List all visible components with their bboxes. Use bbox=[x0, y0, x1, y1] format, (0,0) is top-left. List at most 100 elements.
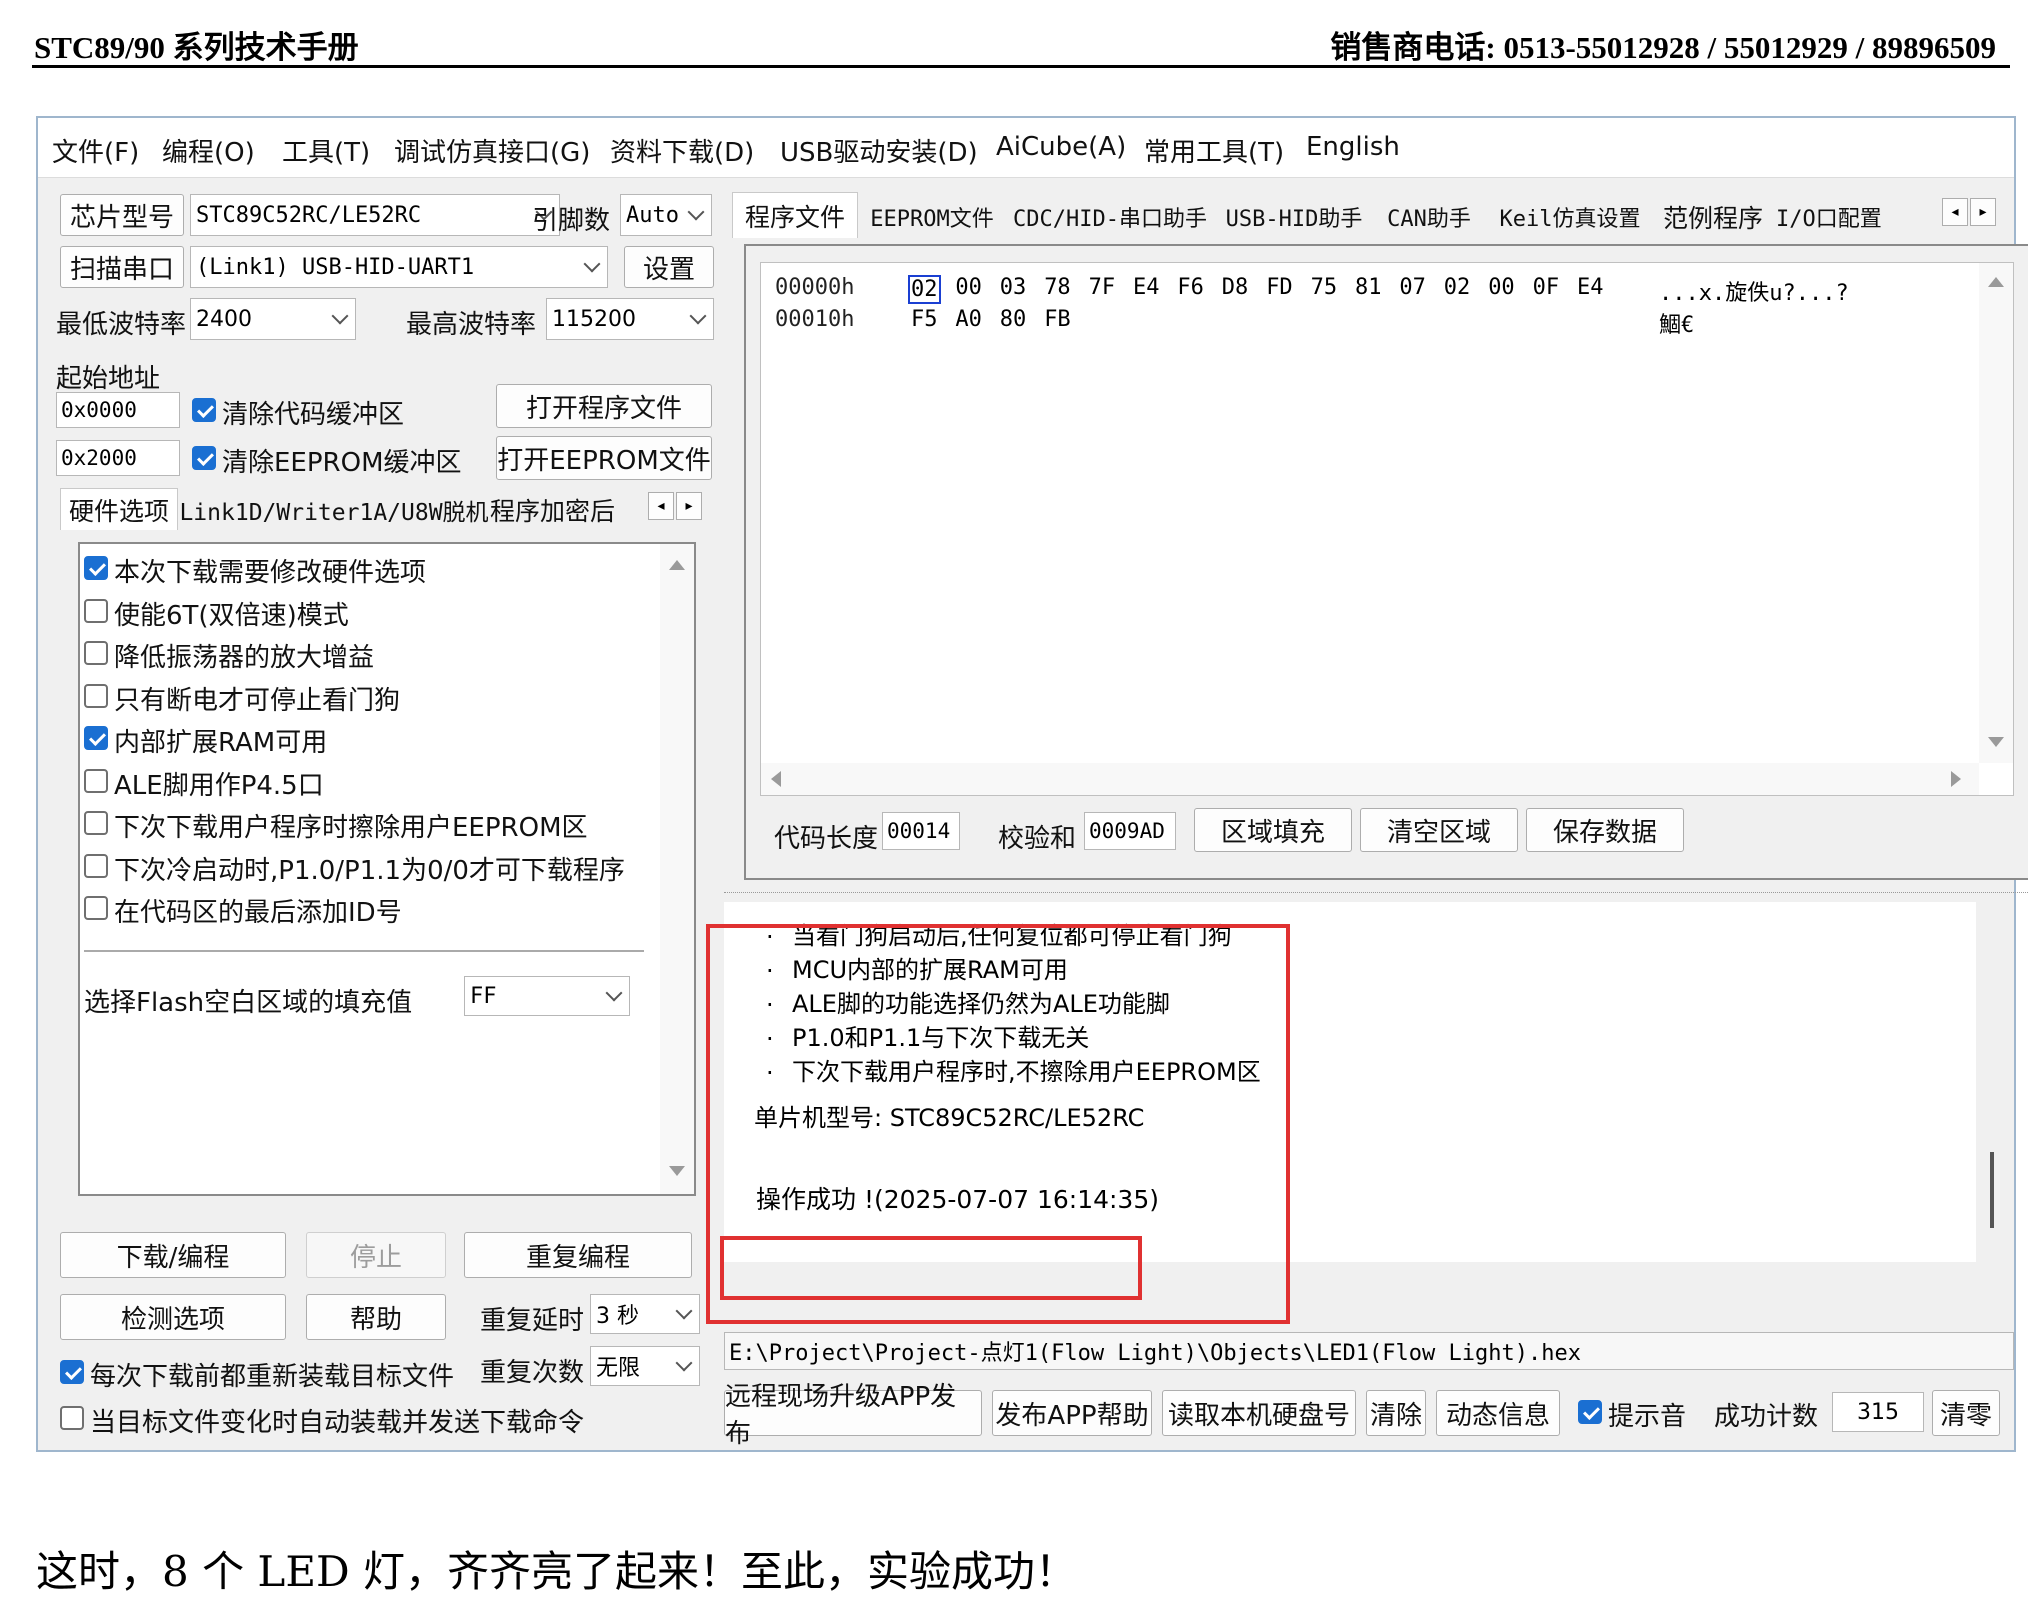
hex-byte[interactable]: 7F bbox=[1089, 275, 1116, 300]
port-settings-button[interactable]: 设置 bbox=[624, 246, 714, 288]
scroll-up-icon[interactable] bbox=[1988, 277, 2004, 287]
hex-byte[interactable]: 78 bbox=[1044, 275, 1071, 300]
fill-value-select[interactable]: FF bbox=[464, 976, 630, 1016]
hex-byte[interactable]: 81 bbox=[1355, 275, 1382, 300]
help-button[interactable]: 帮助 bbox=[306, 1294, 446, 1340]
tab-hardware-options[interactable]: 硬件选项 bbox=[60, 488, 178, 530]
hex-byte[interactable]: 03 bbox=[1000, 275, 1027, 300]
menu-english[interactable]: English bbox=[1306, 132, 1400, 162]
open-eeprom-button[interactable]: 打开EEPROM文件 bbox=[496, 436, 712, 480]
menu-program[interactable]: 编程(O) bbox=[162, 132, 255, 169]
repeat-count-select[interactable]: 无限 bbox=[590, 1346, 700, 1386]
hw-option-checkbox[interactable] bbox=[84, 598, 108, 623]
remote-upgrade-button[interactable]: 远程现场升级APP发布 bbox=[724, 1382, 982, 1449]
hex-byte[interactable]: 00 bbox=[1488, 275, 1515, 300]
menu-tools[interactable]: 工具(T) bbox=[282, 132, 370, 169]
tab-cdc-hid[interactable]: CDC/HID-串口助手 bbox=[1010, 196, 1210, 238]
menu-docs[interactable]: 资料下载(D) bbox=[610, 132, 754, 169]
code-address-input[interactable]: 0x0000 bbox=[56, 392, 180, 428]
repeat-program-button[interactable]: 重复编程 bbox=[464, 1232, 692, 1278]
tab-program-file[interactable]: 程序文件 bbox=[732, 192, 858, 238]
menu-file[interactable]: 文件(F) bbox=[52, 132, 139, 169]
menu-usb-driver[interactable]: USB驱动安装(D) bbox=[780, 132, 978, 169]
pins-select[interactable]: Auto bbox=[620, 194, 712, 236]
hex-byte[interactable]: 0F bbox=[1533, 275, 1560, 300]
hex-byte[interactable]: 07 bbox=[1399, 275, 1426, 300]
eeprom-address-input[interactable]: 0x2000 bbox=[56, 440, 180, 476]
tab-scroll-left[interactable]: ◂ bbox=[648, 492, 674, 520]
beep-checkbox[interactable] bbox=[1578, 1400, 1602, 1424]
options-scrollbar[interactable] bbox=[660, 544, 694, 1194]
tab-offline[interactable]: Link1D/Writer1A/U8W脱机 bbox=[179, 490, 488, 530]
hex-vscroll[interactable] bbox=[1979, 263, 2013, 763]
right-tab-scroll-right[interactable]: ▸ bbox=[1970, 198, 1996, 226]
tab-usb-hid[interactable]: USB-HID助手 bbox=[1222, 196, 1366, 238]
tab-io-config[interactable]: I/O口配置 bbox=[1776, 196, 1884, 238]
stop-button[interactable]: 停止 bbox=[306, 1232, 446, 1278]
scroll-left-icon[interactable] bbox=[771, 771, 781, 787]
tab-keil[interactable]: Keil仿真设置 bbox=[1490, 196, 1650, 238]
menu-common-tools[interactable]: 常用工具(T) bbox=[1144, 132, 1284, 169]
tab-scroll-right[interactable]: ▸ bbox=[676, 492, 702, 520]
scan-port-button[interactable]: 扫描串口 bbox=[60, 246, 184, 288]
dynamic-info-button[interactable]: 动态信息 bbox=[1436, 1390, 1560, 1436]
hex-byte[interactable]: F5 bbox=[911, 307, 938, 332]
log-scroll-thumb[interactable] bbox=[1990, 1152, 1994, 1228]
hex-byte[interactable]: 02 bbox=[1444, 275, 1471, 300]
clear-button[interactable]: 清除 bbox=[1366, 1390, 1426, 1436]
scroll-down-icon[interactable] bbox=[669, 1166, 685, 1176]
hex-byte[interactable]: E4 bbox=[1577, 275, 1604, 300]
tab-examples[interactable]: 范例程序 bbox=[1658, 196, 1768, 238]
tab-eeprom-file[interactable]: EEPROM文件 bbox=[864, 196, 1000, 238]
min-baud-select[interactable]: 2400 bbox=[190, 298, 356, 340]
fill-region-button[interactable]: 区域填充 bbox=[1194, 808, 1352, 852]
menu-aicube[interactable]: AiCube(A) bbox=[996, 132, 1126, 162]
reload-each-checkbox[interactable] bbox=[60, 1360, 84, 1384]
hex-byte[interactable]: 02 bbox=[908, 275, 941, 304]
hw-option-checkbox[interactable] bbox=[84, 556, 108, 580]
splitter[interactable] bbox=[724, 892, 2028, 896]
download-button[interactable]: 下载/编程 bbox=[60, 1232, 286, 1278]
chip-model-button[interactable]: 芯片型号 bbox=[60, 194, 184, 236]
repeat-delay-select[interactable]: 3 秒 bbox=[590, 1294, 700, 1334]
clear-region-button[interactable]: 清空区域 bbox=[1360, 808, 1518, 852]
hw-option-checkbox[interactable] bbox=[84, 768, 108, 793]
app-help-button[interactable]: 发布APP帮助 bbox=[992, 1390, 1152, 1436]
check-options-button[interactable]: 检测选项 bbox=[60, 1294, 286, 1340]
hex-viewer[interactable]: 00000h 02 00 03 78 7F E4 F6 D8 FD 75 81 07 02 00 0F E4..… bbox=[760, 262, 2014, 796]
hw-option-checkbox[interactable] bbox=[84, 726, 108, 750]
file-path-field[interactable]: E:\Project\Project-点灯1(Flow Light)\Objec… bbox=[724, 1332, 2014, 1370]
max-baud-select[interactable]: 115200 bbox=[546, 298, 714, 340]
hex-byte[interactable]: FD bbox=[1266, 275, 1293, 300]
read-disk-button[interactable]: 读取本机硬盘号 bbox=[1162, 1390, 1356, 1436]
auto-reload-checkbox[interactable] bbox=[60, 1406, 84, 1430]
reset-count-button[interactable]: 清零 bbox=[1932, 1390, 2000, 1436]
scroll-right-icon[interactable] bbox=[1951, 771, 1961, 787]
hw-option-checkbox[interactable] bbox=[84, 853, 108, 878]
menu-debug[interactable]: 调试仿真接口(G) bbox=[394, 132, 590, 169]
save-data-button[interactable]: 保存数据 bbox=[1526, 808, 1684, 852]
hex-byte[interactable]: FB bbox=[1044, 307, 1071, 332]
hex-byte[interactable]: F6 bbox=[1177, 275, 1204, 300]
hex-byte[interactable]: 75 bbox=[1311, 275, 1338, 300]
port-select[interactable]: (Link1) USB-HID-UART1 bbox=[190, 246, 608, 288]
scroll-up-icon[interactable] bbox=[669, 560, 685, 570]
clear-eeprom-checkbox[interactable] bbox=[192, 446, 216, 470]
clear-code-checkbox[interactable] bbox=[192, 398, 216, 422]
right-tab-scroll-left[interactable]: ◂ bbox=[1942, 198, 1968, 226]
chip-model-select[interactable]: STC89C52RC/LE52RC bbox=[190, 194, 560, 236]
hw-option-checkbox[interactable] bbox=[84, 896, 108, 920]
hex-byte[interactable]: 80 bbox=[1000, 307, 1027, 332]
log-scrollbar[interactable] bbox=[1976, 902, 2014, 1262]
hex-byte[interactable]: 00 bbox=[955, 275, 982, 300]
hw-option-checkbox[interactable] bbox=[84, 641, 108, 665]
scroll-down-icon[interactable] bbox=[1988, 737, 2004, 747]
hw-option-checkbox[interactable] bbox=[84, 811, 108, 835]
open-program-button[interactable]: 打开程序文件 bbox=[496, 384, 712, 428]
hex-byte[interactable]: E4 bbox=[1133, 275, 1160, 300]
hex-hscroll[interactable] bbox=[761, 763, 1979, 795]
hex-byte[interactable]: A0 bbox=[955, 307, 982, 332]
hex-byte[interactable]: D8 bbox=[1222, 275, 1249, 300]
tab-can[interactable]: CAN助手 bbox=[1378, 196, 1480, 238]
hw-option-checkbox[interactable] bbox=[84, 683, 108, 708]
